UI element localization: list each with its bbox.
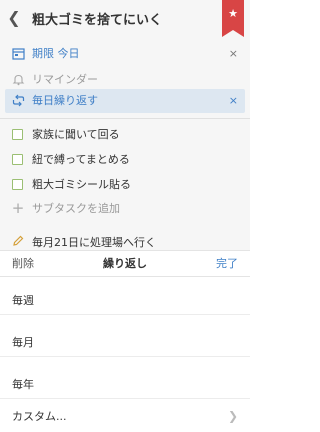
repeat-row[interactable]: 毎日繰り返す × <box>5 89 245 113</box>
subtask-item[interactable]: 粗大ゴミシール貼る <box>0 173 250 197</box>
star-icon: ★ <box>228 7 238 20</box>
note-text: 毎月21日に処理場へ行く <box>32 236 156 249</box>
reminder-label: リマインダー <box>32 73 98 86</box>
calendar-icon <box>11 47 25 61</box>
plus-icon: + <box>11 199 25 217</box>
subtask-checkbox[interactable] <box>12 179 23 190</box>
repeat-option-custom[interactable]: カスタム... ❯ <box>0 401 250 431</box>
done-button[interactable]: 完了 <box>216 256 238 272</box>
pencil-icon <box>11 235 25 251</box>
sheet-header: 削除 繰り返し 完了 <box>0 251 250 277</box>
repeat-option-yearly[interactable]: 毎年 <box>0 369 250 399</box>
add-subtask-row[interactable]: + サブタスクを追加 <box>0 197 250 221</box>
task-title[interactable]: 粗大ゴミを捨てにいく <box>32 9 162 28</box>
subtask-label: 粗大ゴミシール貼る <box>32 178 131 191</box>
repeat-label: 毎日繰り返す <box>32 94 98 107</box>
option-label: 毎年 <box>12 378 34 391</box>
option-label: 毎週 <box>12 294 34 307</box>
subtask-checkbox[interactable] <box>12 154 23 165</box>
task-detail-panel: ❮ 粗大ゴミを捨てにいく ★ 期限 今日 × リマインダー 毎日繰り返す × 家… <box>0 0 250 268</box>
option-label: 毎月 <box>12 336 34 349</box>
subtask-item[interactable]: 紐で縛ってまとめる <box>0 148 250 172</box>
subtask-label: 紐で縛ってまとめる <box>32 153 130 166</box>
due-date-row[interactable]: 期限 今日 × <box>0 40 250 68</box>
divider <box>0 118 250 119</box>
clear-repeat-button[interactable]: × <box>229 93 238 109</box>
repeat-option-monthly[interactable]: 毎月 <box>0 327 250 357</box>
chevron-right-icon: ❯ <box>227 409 238 423</box>
repeat-picker-sheet: 削除 繰り返し 完了 毎週 毎月 毎年 カスタム... ❯ <box>0 250 250 432</box>
subtask-label: 家族に聞いて回る <box>32 128 120 141</box>
due-date-label: 期限 今日 <box>32 47 80 60</box>
clear-due-date-button[interactable]: × <box>229 46 238 62</box>
star-bookmark-button[interactable]: ★ <box>222 0 244 37</box>
add-subtask-label: サブタスクを追加 <box>32 202 120 215</box>
repeat-icon <box>11 94 25 108</box>
sheet-title: 繰り返し <box>103 257 147 270</box>
option-label: カスタム... <box>12 410 67 423</box>
subtask-item[interactable]: 家族に聞いて回る <box>0 123 250 147</box>
subtask-checkbox[interactable] <box>12 129 23 140</box>
bell-icon <box>11 73 25 87</box>
chevron-left-icon[interactable]: ❮ <box>6 8 22 28</box>
repeat-option-weekly[interactable]: 毎週 <box>0 285 250 315</box>
task-header: ❮ 粗大ゴミを捨てにいく ★ <box>0 0 250 37</box>
